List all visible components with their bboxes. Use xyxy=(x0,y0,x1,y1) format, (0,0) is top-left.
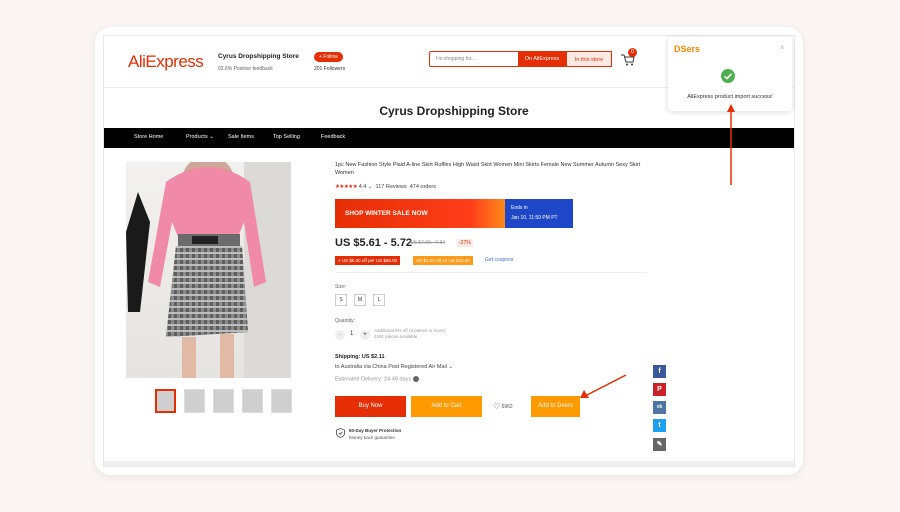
arrow-to-dsers-button xyxy=(580,374,627,398)
annotation-arrows xyxy=(580,104,735,398)
arrow-to-popup xyxy=(727,104,735,185)
